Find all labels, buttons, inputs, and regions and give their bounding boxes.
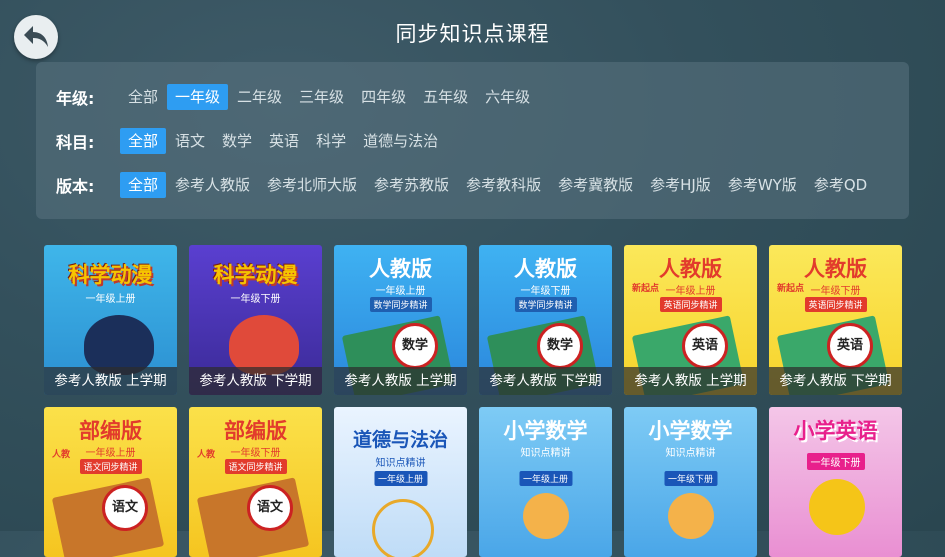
course-card[interactable]: 新起点 人教版 一年级上册 英语同步精讲 英语 参考人教版 上学期 (624, 245, 757, 395)
course-card[interactable]: 小学数学知识点精讲一年级下册 (624, 407, 757, 557)
cover-subtitle: 一年级下册 (230, 294, 281, 305)
gavel-illustration (372, 499, 434, 557)
subject-option-chip[interactable]: 英语 (261, 128, 307, 154)
cover-subtitle: 一年级下册 (520, 286, 571, 297)
cover-tag: 语文同步精讲 (79, 459, 142, 474)
grade-option-chip[interactable]: 五年级 (415, 84, 476, 110)
cover-subtitle: 一年级上册 (85, 448, 136, 459)
subject-badge: 英语 (682, 323, 728, 369)
edition-option-chip[interactable]: 参考WY版 (720, 172, 805, 198)
cover-title: 小学数学 (648, 419, 733, 443)
subject-filter-row: 科目: 全部 语文 数学 英语 科学 道德与法治 (36, 128, 447, 154)
subject-option-chip[interactable]: 全部 (120, 128, 167, 154)
edition-option-chip[interactable]: 参考人教版 (167, 172, 258, 198)
cover-subtitle: 一年级上册 (665, 286, 716, 297)
course-card[interactable]: 新起点 人教版 一年级下册 英语同步精讲 英语 参考人教版 下学期 (769, 245, 902, 395)
grade-options: 全部 一年级 二年级 三年级 四年级 五年级 六年级 (120, 84, 539, 110)
cover-title: 小学数学 (503, 419, 588, 443)
course-card[interactable]: 道德与法治知识点精讲一年级上册 (334, 407, 467, 557)
edition-options: 全部 参考人教版 参考北师大版 参考苏教版 参考教科版 参考冀教版 参考HJ版 参考WY版 参考… (120, 172, 876, 198)
course-card-caption: 参考人教版 下学期 (479, 367, 612, 395)
edition-filter-row: 版本: 全部 参考人教版 参考北师大版 参考苏教版 参考教科版 参考冀教版 参考HJ版 参考W… (36, 172, 876, 198)
kids-illustration (523, 493, 569, 539)
cover-tag: 数学同步精讲 (369, 297, 432, 312)
course-card[interactable]: 科学动漫一年级上册参考人教版 上学期 (44, 245, 177, 395)
cover-prefix: 人教 (197, 450, 216, 460)
cover-subtitle: 一年级上册 (375, 286, 426, 297)
cover-subtitle: 一年级上册 (85, 294, 136, 305)
subject-option-chip[interactable]: 数学 (214, 128, 260, 154)
grade-option-chip[interactable]: 二年级 (229, 84, 290, 110)
subject-badge: 语文 (102, 485, 148, 531)
course-card-caption: 参考人教版 上学期 (334, 367, 467, 395)
cover-title: 科学动漫 (213, 263, 298, 287)
grade-option-chip[interactable]: 三年级 (291, 84, 352, 110)
cover-tag: 英语同步精讲 (804, 297, 867, 312)
edition-option-chip[interactable]: 参考冀教版 (550, 172, 641, 198)
cover-title: 部编版 (224, 419, 287, 443)
cover-title: 道德与法治 (352, 429, 448, 451)
cover-subtitle: 知识点精讲 (375, 458, 426, 469)
course-card[interactable]: 人教版一年级上册 数学同步精讲数学 参考人教版 上学期 (334, 245, 467, 395)
subject-badge: 数学 (392, 323, 438, 369)
subject-badge: 语文 (247, 485, 293, 531)
cover-subtitle: 一年级下册 (810, 286, 861, 297)
cover-prefix: 人教 (52, 450, 71, 460)
edition-option-chip[interactable]: 参考北师大版 (259, 172, 365, 198)
course-card[interactable]: 人教版一年级下册 数学同步精讲数学 参考人教版 下学期 (479, 245, 612, 395)
cover-tag: 语文同步精讲 (224, 459, 287, 474)
course-card[interactable]: 人教 部编版一年级上册 语文同步精讲语文 (44, 407, 177, 557)
course-card[interactable]: 科学动漫一年级下册参考人教版 下学期 (189, 245, 322, 395)
course-card-caption: 参考人教版 上学期 (44, 367, 177, 395)
edition-option-chip[interactable]: 参考教科版 (458, 172, 549, 198)
course-card-caption: 参考人教版 下学期 (769, 367, 902, 395)
bear-illustration (809, 479, 865, 535)
kids-illustration (668, 493, 714, 539)
course-card-caption: 参考人教版 上学期 (624, 367, 757, 395)
cover-tag: 一年级上册 (518, 471, 573, 486)
cover-title: 部编版 (79, 419, 142, 443)
grade-option-chip[interactable]: 全部 (120, 84, 166, 110)
edition-option-chip[interactable]: 全部 (120, 172, 167, 198)
grade-filter-label: 年级: (56, 89, 95, 108)
subject-badge: 英语 (827, 323, 873, 369)
grade-option-chip[interactable]: 六年级 (477, 84, 538, 110)
edition-filter-label: 版本: (56, 177, 95, 196)
filter-panel: 年级: 全部 一年级 二年级 三年级 四年级 五年级 六年级 科目: 全部 语文 数学 英语 科学道… (36, 62, 909, 219)
subject-options: 全部 语文 数学 英语 科学 道德与法治 (120, 128, 447, 154)
course-card[interactable]: 小学英语 一年级下册 (769, 407, 902, 557)
edition-option-chip[interactable]: 参考苏教版 (366, 172, 457, 198)
mascot-illustration (229, 315, 299, 375)
cover-tag: 一年级上册 (373, 471, 428, 486)
subject-option-chip[interactable]: 道德与法治 (355, 128, 446, 154)
cover-subtitle: 知识点精讲 (520, 448, 571, 459)
cover-subtitle: 一年级下册 (806, 453, 865, 470)
cover-tag: 数学同步精讲 (514, 297, 577, 312)
mascot-illustration (84, 315, 154, 375)
page-title: 同步知识点课程 (395, 22, 550, 46)
cover-title: 人教版 (804, 257, 867, 281)
subject-option-chip[interactable]: 科学 (308, 128, 354, 154)
cover-title: 人教版 (514, 257, 577, 281)
subject-filter-label: 科目: (56, 133, 95, 152)
grade-filter-row: 年级: 全部 一年级 二年级 三年级 四年级 五年级 六年级 (36, 84, 539, 110)
edition-option-chip[interactable]: 参考HJ版 (642, 172, 719, 198)
cover-title: 人教版 (659, 257, 722, 281)
cover-title: 小学英语 (793, 419, 878, 443)
course-card-caption: 参考人教版 下学期 (189, 367, 322, 395)
cover-tag: 英语同步精讲 (659, 297, 722, 312)
cover-title: 人教版 (369, 257, 432, 281)
course-card[interactable]: 人教 部编版一年级下册 语文同步精讲语文 (189, 407, 322, 557)
edition-option-chip[interactable]: 参考QD (806, 172, 875, 198)
subject-badge: 数学 (537, 323, 583, 369)
course-card[interactable]: 小学数学知识点精讲一年级上册 (479, 407, 612, 557)
cover-tag: 一年级下册 (663, 471, 718, 486)
cover-title: 科学动漫 (68, 263, 153, 287)
cover-subtitle: 一年级下册 (230, 448, 281, 459)
cover-subtitle: 知识点精讲 (665, 448, 716, 459)
grade-option-chip[interactable]: 四年级 (353, 84, 414, 110)
grade-option-chip[interactable]: 一年级 (167, 84, 229, 110)
subject-option-chip[interactable]: 语文 (167, 128, 213, 154)
